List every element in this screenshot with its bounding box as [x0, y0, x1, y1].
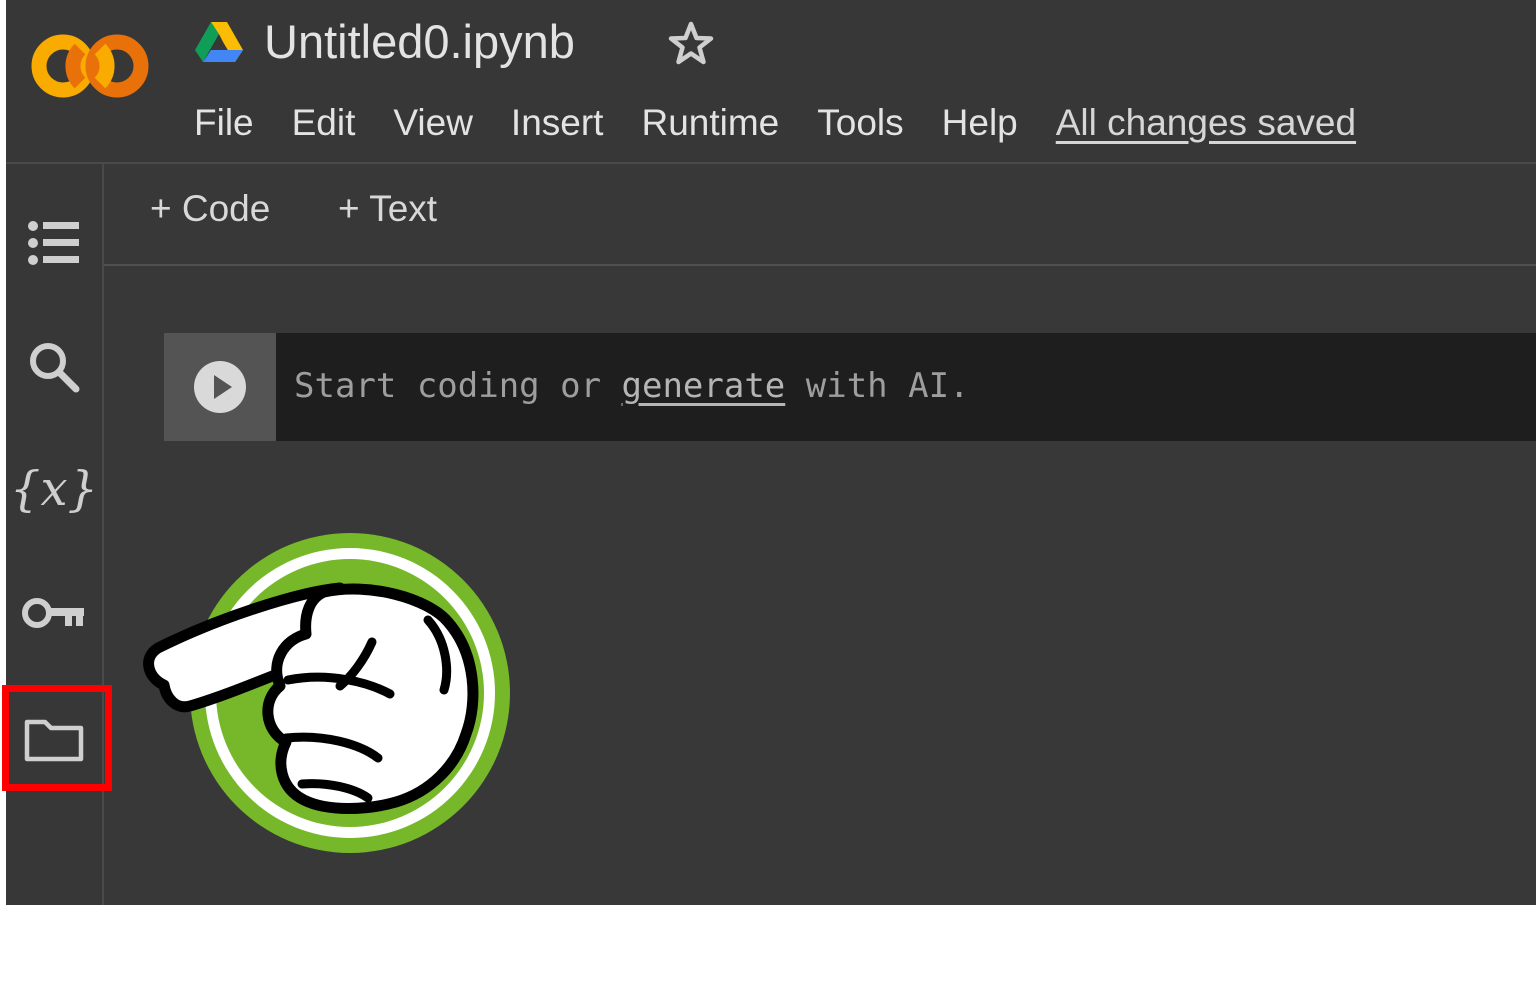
- sidebar: {x}: [6, 164, 104, 905]
- google-drive-icon[interactable]: [194, 20, 244, 64]
- menu-view[interactable]: View: [393, 102, 473, 144]
- menu-file[interactable]: File: [194, 102, 254, 144]
- add-text-button[interactable]: + Text: [338, 188, 437, 230]
- menu-tools[interactable]: Tools: [817, 102, 903, 144]
- table-of-contents-icon: [28, 221, 79, 265]
- pointing-hand-icon: [143, 533, 510, 853]
- code-cell[interactable]: Start coding or generate with AI.: [164, 333, 1536, 441]
- cell-toolbar: + Code + Text: [104, 164, 1536, 266]
- variables-icon: {x}: [9, 461, 99, 517]
- sidebar-item-secrets[interactable]: [12, 578, 96, 648]
- menu-bar: File Edit View Insert Runtime Tools Help…: [194, 98, 1356, 148]
- menu-insert[interactable]: Insert: [511, 102, 604, 144]
- star-icon[interactable]: [664, 18, 718, 72]
- sidebar-item-variables[interactable]: {x}: [9, 454, 99, 524]
- placeholder-suffix: with AI.: [785, 366, 970, 406]
- header: CO Untitled0.ipynb File Edit View Insert…: [6, 0, 1536, 164]
- key-icon: [22, 598, 84, 628]
- files-highlight-box: [2, 685, 112, 791]
- menu-help[interactable]: Help: [942, 102, 1018, 144]
- add-code-button[interactable]: + Code: [150, 188, 270, 230]
- save-status-link[interactable]: All changes saved: [1056, 102, 1356, 144]
- menu-edit[interactable]: Edit: [292, 102, 356, 144]
- placeholder-prefix: Start coding or: [294, 366, 622, 406]
- generate-link[interactable]: generate: [622, 366, 786, 406]
- colab-logo[interactable]: CO: [30, 26, 150, 106]
- play-icon: [194, 361, 246, 413]
- notebook-title[interactable]: Untitled0.ipynb: [264, 14, 575, 69]
- cell-placeholder[interactable]: Start coding or generate with AI.: [294, 366, 970, 406]
- menu-runtime[interactable]: Runtime: [641, 102, 779, 144]
- run-cell-button[interactable]: [164, 333, 276, 441]
- sidebar-item-search[interactable]: [12, 332, 96, 402]
- search-icon: [30, 343, 80, 393]
- sidebar-item-toc[interactable]: [12, 208, 96, 278]
